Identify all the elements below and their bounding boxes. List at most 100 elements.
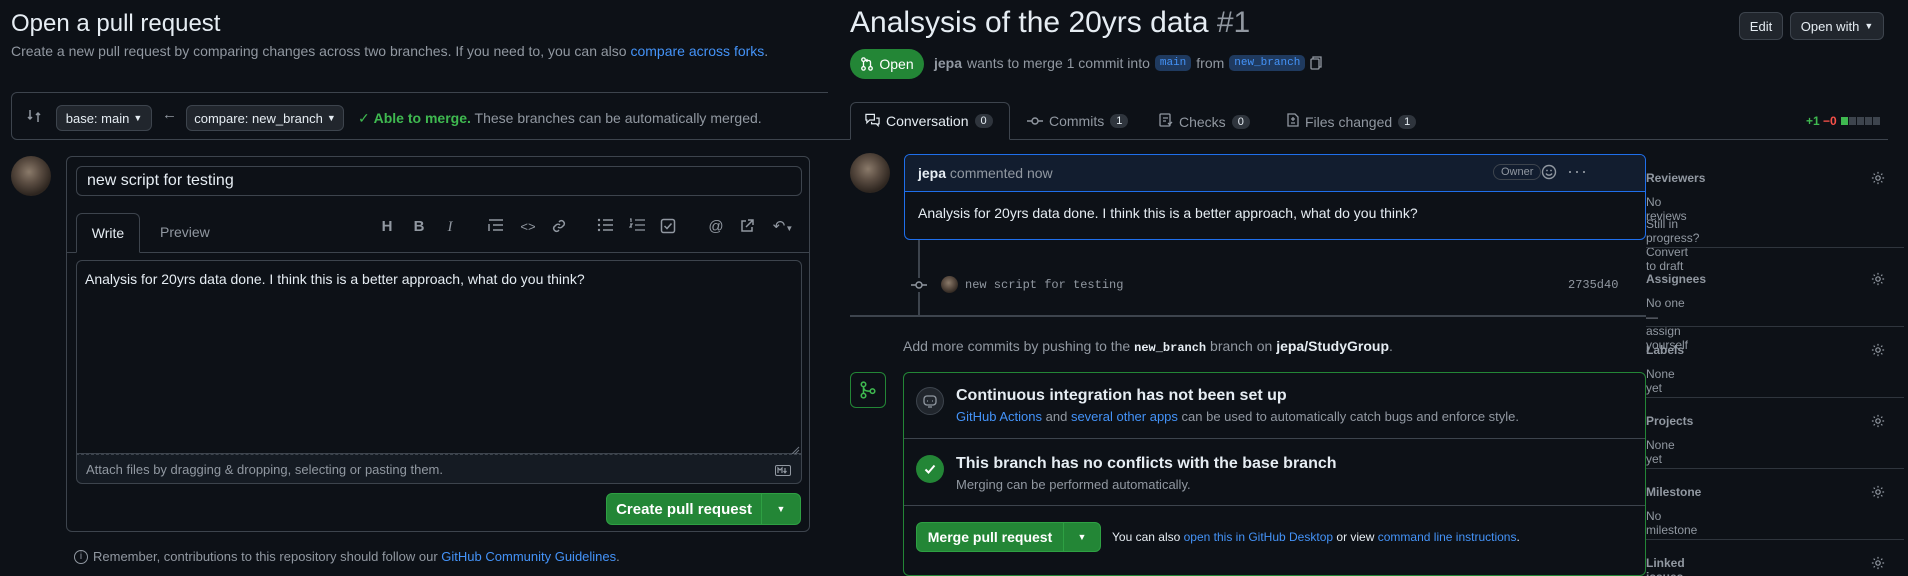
comment-avatar: [850, 153, 890, 193]
italic-icon[interactable]: I: [441, 218, 459, 236]
tab-checks-count: 0: [1231, 114, 1250, 129]
tab-commits[interactable]: Commits 1: [1027, 113, 1129, 129]
merge-method-dropdown[interactable]: ▼: [1063, 522, 1101, 552]
pr-meta-text: wants to merge 1 commit into: [967, 55, 1150, 71]
check-icon: ✓: [358, 110, 370, 126]
compare-branch-label: compare: new_branch: [194, 110, 323, 126]
comment-discussion-icon: [865, 113, 880, 130]
tab-preview[interactable]: Preview: [160, 224, 210, 240]
sidebar-divider: [1646, 326, 1904, 327]
reviewers-heading[interactable]: Reviewers: [1646, 171, 1705, 185]
saved-replies-icon[interactable]: ↶▼: [770, 218, 796, 236]
head-branch-tag[interactable]: new_branch: [1229, 55, 1306, 71]
commit-sha-link[interactable]: 2735d40: [1568, 278, 1618, 292]
convert-to-draft-link[interactable]: Still in progress? Convert to draft: [1646, 217, 1699, 273]
reference-icon[interactable]: [738, 218, 756, 236]
link-icon[interactable]: [550, 218, 568, 236]
labels-heading[interactable]: Labels: [1646, 343, 1684, 357]
pull-request-panel: Analsysis of the 20yrs data #1 Edit Open…: [828, 0, 1908, 576]
projects-heading[interactable]: Projects: [1646, 414, 1693, 428]
edit-button[interactable]: Edit: [1739, 12, 1783, 40]
bold-icon[interactable]: B: [410, 218, 428, 236]
file-diff-icon: [1287, 113, 1299, 130]
gear-icon[interactable]: [1871, 343, 1885, 357]
gear-icon[interactable]: [1871, 272, 1885, 286]
gear-icon[interactable]: [1871, 556, 1885, 570]
tab-files-changed-label: Files changed: [1305, 113, 1393, 130]
base-branch-select[interactable]: base: main ▼: [56, 105, 152, 131]
heading-icon[interactable]: H: [378, 218, 396, 236]
gear-icon[interactable]: [1871, 414, 1885, 428]
no-conflicts-text: Merging can be performed automatically.: [956, 477, 1191, 492]
github-actions-link[interactable]: GitHub Actions: [956, 409, 1042, 424]
attach-files-bar[interactable]: Attach files by dragging & dropping, sel…: [76, 454, 802, 484]
pr-meta: jepa wants to merge 1 commit into main f…: [934, 55, 1322, 71]
footer-end: .: [616, 549, 620, 564]
no-conflicts-title: This branch has no conflicts with the ba…: [956, 455, 1337, 472]
pr-title-text: Analsysis of the 20yrs data: [850, 6, 1209, 39]
unordered-list-icon[interactable]: [596, 218, 614, 236]
other-apps-link[interactable]: several other apps: [1071, 409, 1178, 424]
tab-checks-label: Checks: [1179, 113, 1226, 130]
comment-author[interactable]: jepa: [918, 165, 946, 181]
pr-meta-from: from: [1196, 55, 1225, 71]
pr-author-link[interactable]: jepa: [934, 55, 962, 71]
linked-issues-heading[interactable]: Linked issues: [1646, 556, 1685, 576]
copy-icon[interactable]: [1310, 56, 1322, 70]
gear-icon[interactable]: [1871, 171, 1885, 185]
tab-conversation[interactable]: Conversation 0: [850, 102, 1010, 140]
resize-handle-icon[interactable]: [790, 442, 800, 455]
pr-body-textarea[interactable]: Analysis for 20yrs data done. I think th…: [76, 260, 802, 454]
tab-files-changed[interactable]: Files changed 1: [1287, 113, 1417, 130]
commit-icon: [1027, 113, 1043, 129]
code-icon[interactable]: <>: [519, 218, 537, 236]
sidebar-divider: [1646, 468, 1904, 469]
open-with-button[interactable]: Open with ▼: [1790, 12, 1884, 40]
smiley-icon[interactable]: [1541, 164, 1557, 185]
tab-commits-count: 1: [1110, 114, 1129, 128]
community-guidelines-link[interactable]: GitHub Community Guidelines: [441, 549, 616, 564]
ordered-list-icon[interactable]: [628, 218, 646, 236]
github-desktop-link[interactable]: open this in GitHub Desktop: [1184, 530, 1333, 544]
mention-icon[interactable]: @: [707, 218, 725, 236]
contribution-footer: i Remember, contributions to this reposi…: [74, 549, 620, 564]
tab-files-changed-count: 1: [1398, 114, 1417, 129]
comment-box: jepa commented now Owner ··· Analysis fo…: [904, 154, 1646, 240]
git-merge-icon: [860, 381, 876, 399]
caret-down-icon: ▼: [326, 113, 336, 123]
tab-checks[interactable]: Checks 0: [1159, 113, 1250, 130]
commit-message-link[interactable]: new script for testing: [965, 278, 1123, 292]
push-hint-branch: new_branch: [1134, 341, 1207, 355]
page-subtitle: Create a new pull request by comparing c…: [11, 43, 768, 59]
base-branch-tag[interactable]: main: [1154, 55, 1192, 71]
create-pull-request-button[interactable]: Create pull request: [606, 493, 762, 525]
compare-across-forks-link[interactable]: compare across forks: [630, 43, 764, 59]
check-circle-icon: [916, 455, 944, 483]
merge-status: ✓ Able to merge. These branches can be a…: [358, 110, 762, 127]
compare-branch-select[interactable]: compare: new_branch ▼: [186, 105, 344, 131]
quote-icon[interactable]: [487, 218, 505, 236]
timeline-divider: [850, 315, 1646, 317]
assignees-heading[interactable]: Assignees: [1646, 272, 1706, 286]
footer-text: Remember, contributions to this reposito…: [93, 549, 438, 564]
diffstat-additions: +1: [1806, 114, 1820, 128]
command-line-link[interactable]: command line instructions: [1378, 530, 1517, 544]
gear-icon[interactable]: [1871, 485, 1885, 499]
tab-commits-label: Commits: [1049, 113, 1105, 129]
ci-and: and: [1045, 409, 1068, 424]
merge-hint: You can also open this in GitHub Desktop…: [1112, 530, 1520, 544]
ci-text: can be used to automatically catch bugs …: [1181, 409, 1520, 424]
caret-down-icon: ▼: [776, 504, 786, 514]
pr-title-input[interactable]: [76, 166, 802, 196]
merge-box: Continuous integration has not been set …: [903, 372, 1646, 576]
milestone-heading[interactable]: Milestone: [1646, 485, 1701, 499]
kebab-menu-icon[interactable]: ···: [1567, 161, 1588, 182]
ci-title: Continuous integration has not been set …: [956, 387, 1287, 404]
checklist-icon: [1159, 113, 1173, 130]
tab-write[interactable]: Write: [76, 213, 140, 253]
merge-pull-request-button[interactable]: Merge pull request: [916, 522, 1064, 552]
repo-link[interactable]: jepa/StudyGroup: [1276, 338, 1389, 354]
create-pr-dropdown-button[interactable]: ▼: [761, 493, 801, 525]
task-list-icon[interactable]: [659, 218, 677, 236]
caret-down-icon: ▼: [133, 113, 143, 123]
